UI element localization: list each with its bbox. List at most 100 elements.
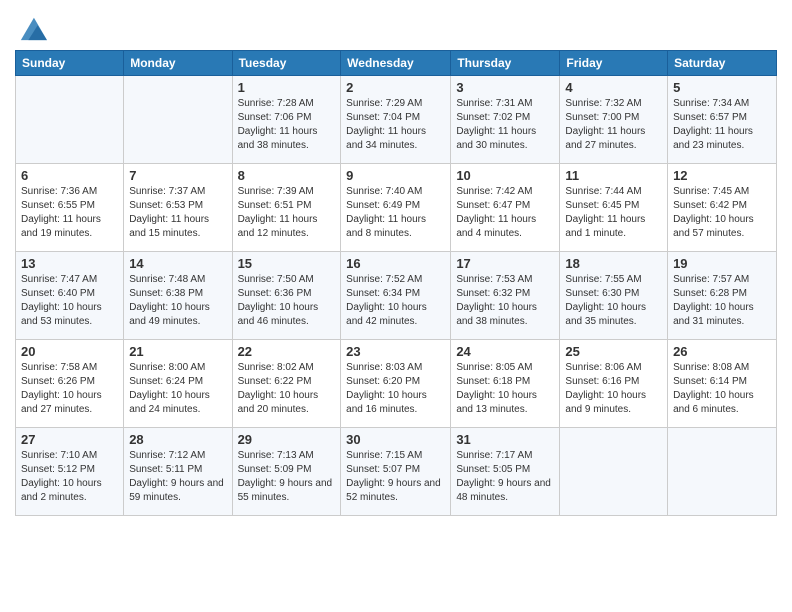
day-cell: 2Sunrise: 7:29 AMSunset: 7:04 PMDaylight… [341,76,451,164]
day-number: 11 [565,168,662,183]
day-number: 18 [565,256,662,271]
weekday-header-friday: Friday [560,51,668,76]
day-info: Sunrise: 8:00 AMSunset: 6:24 PMDaylight:… [129,361,226,417]
day-info: Sunrise: 7:32 AMSunset: 7:00 PMDaylight:… [565,97,662,153]
day-number: 10 [456,168,554,183]
calendar-table: SundayMondayTuesdayWednesdayThursdayFrid… [15,50,777,516]
day-info: Sunrise: 7:39 AMSunset: 6:51 PMDaylight:… [238,185,336,241]
week-row-1: 1 Sunrise: 7:28 AMSunset: 7:06 PMDaylight… [16,76,777,164]
day-cell: 11 Sunrise: 7:44 AMSunset: 6:45 PMDayligh… [560,164,668,252]
day-cell: 22 Sunrise: 8:02 AMSunset: 6:22 PMDayligh… [232,340,341,428]
day-info: Sunrise: 7:37 AMSunset: 6:53 PMDaylight:… [129,185,226,241]
weekday-header-thursday: Thursday [451,51,560,76]
day-number: 6 [21,168,118,183]
weekday-header-saturday: Saturday [668,51,777,76]
day-cell: 24 Sunrise: 8:05 AMSunset: 6:18 PMDayligh… [451,340,560,428]
day-cell: 26 Sunrise: 8:08 AMSunset: 6:14 PMDayligh… [668,340,777,428]
day-info: Sunrise: 7:55 AMSunset: 6:30 PMDaylight:… [565,273,662,329]
page-header [15,10,777,42]
day-info: Sunrise: 7:44 AMSunset: 6:45 PMDaylight:… [565,185,662,241]
day-number: 3 [456,80,554,95]
logo-icon [19,14,47,42]
day-number: 20 [21,344,118,359]
weekday-header-monday: Monday [124,51,232,76]
day-cell: 13 Sunrise: 7:47 AMSunset: 6:40 PMDayligh… [16,252,124,340]
weekday-header-sunday: Sunday [16,51,124,76]
day-info: Sunrise: 7:31 AMSunset: 7:02 PMDaylight:… [456,97,554,153]
day-info: Sunrise: 7:17 AMSunset: 5:05 PMDaylight:… [456,449,554,505]
day-info: Sunrise: 7:47 AMSunset: 6:40 PMDaylight:… [21,273,118,329]
day-number: 19 [673,256,771,271]
day-number: 9 [346,168,445,183]
day-cell: 14 Sunrise: 7:48 AMSunset: 6:38 PMDayligh… [124,252,232,340]
day-info: Sunrise: 8:03 AMSunset: 6:20 PMDaylight:… [346,361,445,417]
day-info: Sunrise: 7:13 AMSunset: 5:09 PMDaylight:… [238,449,336,505]
day-cell [16,76,124,164]
weekday-row: SundayMondayTuesdayWednesdayThursdayFrid… [16,51,777,76]
weekday-header-tuesday: Tuesday [232,51,341,76]
day-cell: 27 Sunrise: 7:10 AMSunset: 5:12 PMDayligh… [16,428,124,516]
day-cell: 5 Sunrise: 7:34 AMSunset: 6:57 PMDaylight… [668,76,777,164]
day-cell: 6 Sunrise: 7:36 AMSunset: 6:55 PMDaylight… [16,164,124,252]
day-info: Sunrise: 8:05 AMSunset: 6:18 PMDaylight:… [456,361,554,417]
day-info: Sunrise: 7:52 AMSunset: 6:34 PMDaylight:… [346,273,445,329]
day-cell: 23Sunrise: 8:03 AMSunset: 6:20 PMDayligh… [341,340,451,428]
day-cell: 1 Sunrise: 7:28 AMSunset: 7:06 PMDaylight… [232,76,341,164]
day-cell: 28Sunrise: 7:12 AMSunset: 5:11 PMDayligh… [124,428,232,516]
day-number: 24 [456,344,554,359]
day-info: Sunrise: 7:28 AMSunset: 7:06 PMDaylight:… [238,97,336,153]
week-row-2: 6 Sunrise: 7:36 AMSunset: 6:55 PMDaylight… [16,164,777,252]
week-row-5: 27 Sunrise: 7:10 AMSunset: 5:12 PMDayligh… [16,428,777,516]
day-number: 5 [673,80,771,95]
day-info: Sunrise: 7:42 AMSunset: 6:47 PMDaylight:… [456,185,554,241]
week-row-4: 20Sunrise: 7:58 AMSunset: 6:26 PMDayligh… [16,340,777,428]
day-number: 16 [346,256,445,271]
day-cell: 25Sunrise: 8:06 AMSunset: 6:16 PMDayligh… [560,340,668,428]
day-number: 8 [238,168,336,183]
day-cell: 12Sunrise: 7:45 AMSunset: 6:42 PMDayligh… [668,164,777,252]
day-info: Sunrise: 7:53 AMSunset: 6:32 PMDaylight:… [456,273,554,329]
day-info: Sunrise: 7:50 AMSunset: 6:36 PMDaylight:… [238,273,336,329]
day-cell: 30Sunrise: 7:15 AMSunset: 5:07 PMDayligh… [341,428,451,516]
day-number: 15 [238,256,336,271]
day-info: Sunrise: 8:02 AMSunset: 6:22 PMDaylight:… [238,361,336,417]
day-cell: 16 Sunrise: 7:52 AMSunset: 6:34 PMDayligh… [341,252,451,340]
day-info: Sunrise: 8:08 AMSunset: 6:14 PMDaylight:… [673,361,771,417]
weekday-header-wednesday: Wednesday [341,51,451,76]
day-info: Sunrise: 7:34 AMSunset: 6:57 PMDaylight:… [673,97,771,153]
day-number: 26 [673,344,771,359]
day-cell: 29 Sunrise: 7:13 AMSunset: 5:09 PMDayligh… [232,428,341,516]
day-cell: 17 Sunrise: 7:53 AMSunset: 6:32 PMDayligh… [451,252,560,340]
day-number: 21 [129,344,226,359]
day-info: Sunrise: 7:10 AMSunset: 5:12 PMDaylight:… [21,449,118,505]
day-cell [668,428,777,516]
day-cell: 8 Sunrise: 7:39 AMSunset: 6:51 PMDaylight… [232,164,341,252]
day-cell: 3 Sunrise: 7:31 AMSunset: 7:02 PMDaylight… [451,76,560,164]
day-info: Sunrise: 7:48 AMSunset: 6:38 PMDaylight:… [129,273,226,329]
day-number: 22 [238,344,336,359]
day-number: 7 [129,168,226,183]
calendar-header: SundayMondayTuesdayWednesdayThursdayFrid… [16,51,777,76]
day-info: Sunrise: 7:15 AMSunset: 5:07 PMDaylight:… [346,449,445,505]
day-number: 27 [21,432,118,447]
day-number: 17 [456,256,554,271]
day-info: Sunrise: 7:36 AMSunset: 6:55 PMDaylight:… [21,185,118,241]
day-cell: 9 Sunrise: 7:40 AMSunset: 6:49 PMDaylight… [341,164,451,252]
day-number: 14 [129,256,226,271]
day-info: Sunrise: 7:45 AMSunset: 6:42 PMDaylight:… [673,185,771,241]
day-cell [124,76,232,164]
day-number: 28 [129,432,226,447]
day-cell: 15 Sunrise: 7:50 AMSunset: 6:36 PMDayligh… [232,252,341,340]
day-number: 31 [456,432,554,447]
day-number: 2 [346,80,445,95]
day-cell: 7 Sunrise: 7:37 AMSunset: 6:53 PMDaylight… [124,164,232,252]
day-number: 13 [21,256,118,271]
day-number: 29 [238,432,336,447]
day-cell: 20Sunrise: 7:58 AMSunset: 6:26 PMDayligh… [16,340,124,428]
day-cell [560,428,668,516]
calendar-page: SundayMondayTuesdayWednesdayThursdayFrid… [0,0,792,612]
day-info: Sunrise: 7:40 AMSunset: 6:49 PMDaylight:… [346,185,445,241]
day-number: 1 [238,80,336,95]
day-cell: 18 Sunrise: 7:55 AMSunset: 6:30 PMDayligh… [560,252,668,340]
week-row-3: 13 Sunrise: 7:47 AMSunset: 6:40 PMDayligh… [16,252,777,340]
